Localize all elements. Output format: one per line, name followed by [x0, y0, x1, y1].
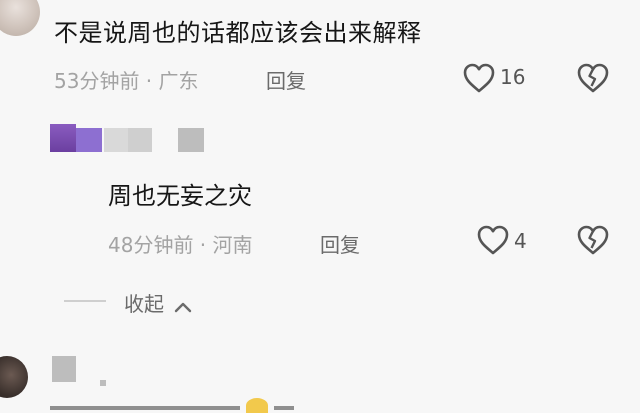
next-comment-partial: [50, 398, 310, 413]
comment-text: 不是说周也的话都应该会出来解释: [54, 19, 422, 47]
blurred-username-block: [76, 128, 102, 152]
blurred-username-block: [52, 356, 76, 382]
blurred-username-block: [178, 128, 204, 152]
comment-time-location: 53分钟前 · 广东: [54, 69, 199, 93]
blurred-username-block: [104, 128, 128, 152]
like-count: 16: [500, 65, 526, 89]
collapse-replies-button[interactable]: 收起: [124, 288, 192, 318]
avatar[interactable]: [0, 356, 28, 398]
reply-time-location: 48分钟前 · 河南: [108, 233, 253, 257]
reply-button[interactable]: 回复: [266, 65, 306, 94]
chevron-up-icon: [174, 294, 192, 318]
blurred-username-block: [50, 124, 76, 152]
collapse-divider: [64, 300, 106, 302]
blurred-username-block: [128, 128, 152, 152]
broken-heart-icon[interactable]: [576, 62, 610, 94]
reply-comment-text: 周也无妄之灾: [108, 182, 252, 210]
reply-button[interactable]: 回复: [320, 229, 360, 258]
heart-outline-icon[interactable]: [462, 62, 496, 94]
like-count: 4: [514, 229, 527, 253]
blurred-username-block: [100, 380, 106, 386]
avatar[interactable]: [0, 0, 40, 36]
broken-heart-icon[interactable]: [576, 224, 610, 256]
emoji-icon: [246, 398, 268, 413]
collapse-label: 收起: [124, 292, 164, 316]
heart-outline-icon[interactable]: [476, 224, 510, 256]
